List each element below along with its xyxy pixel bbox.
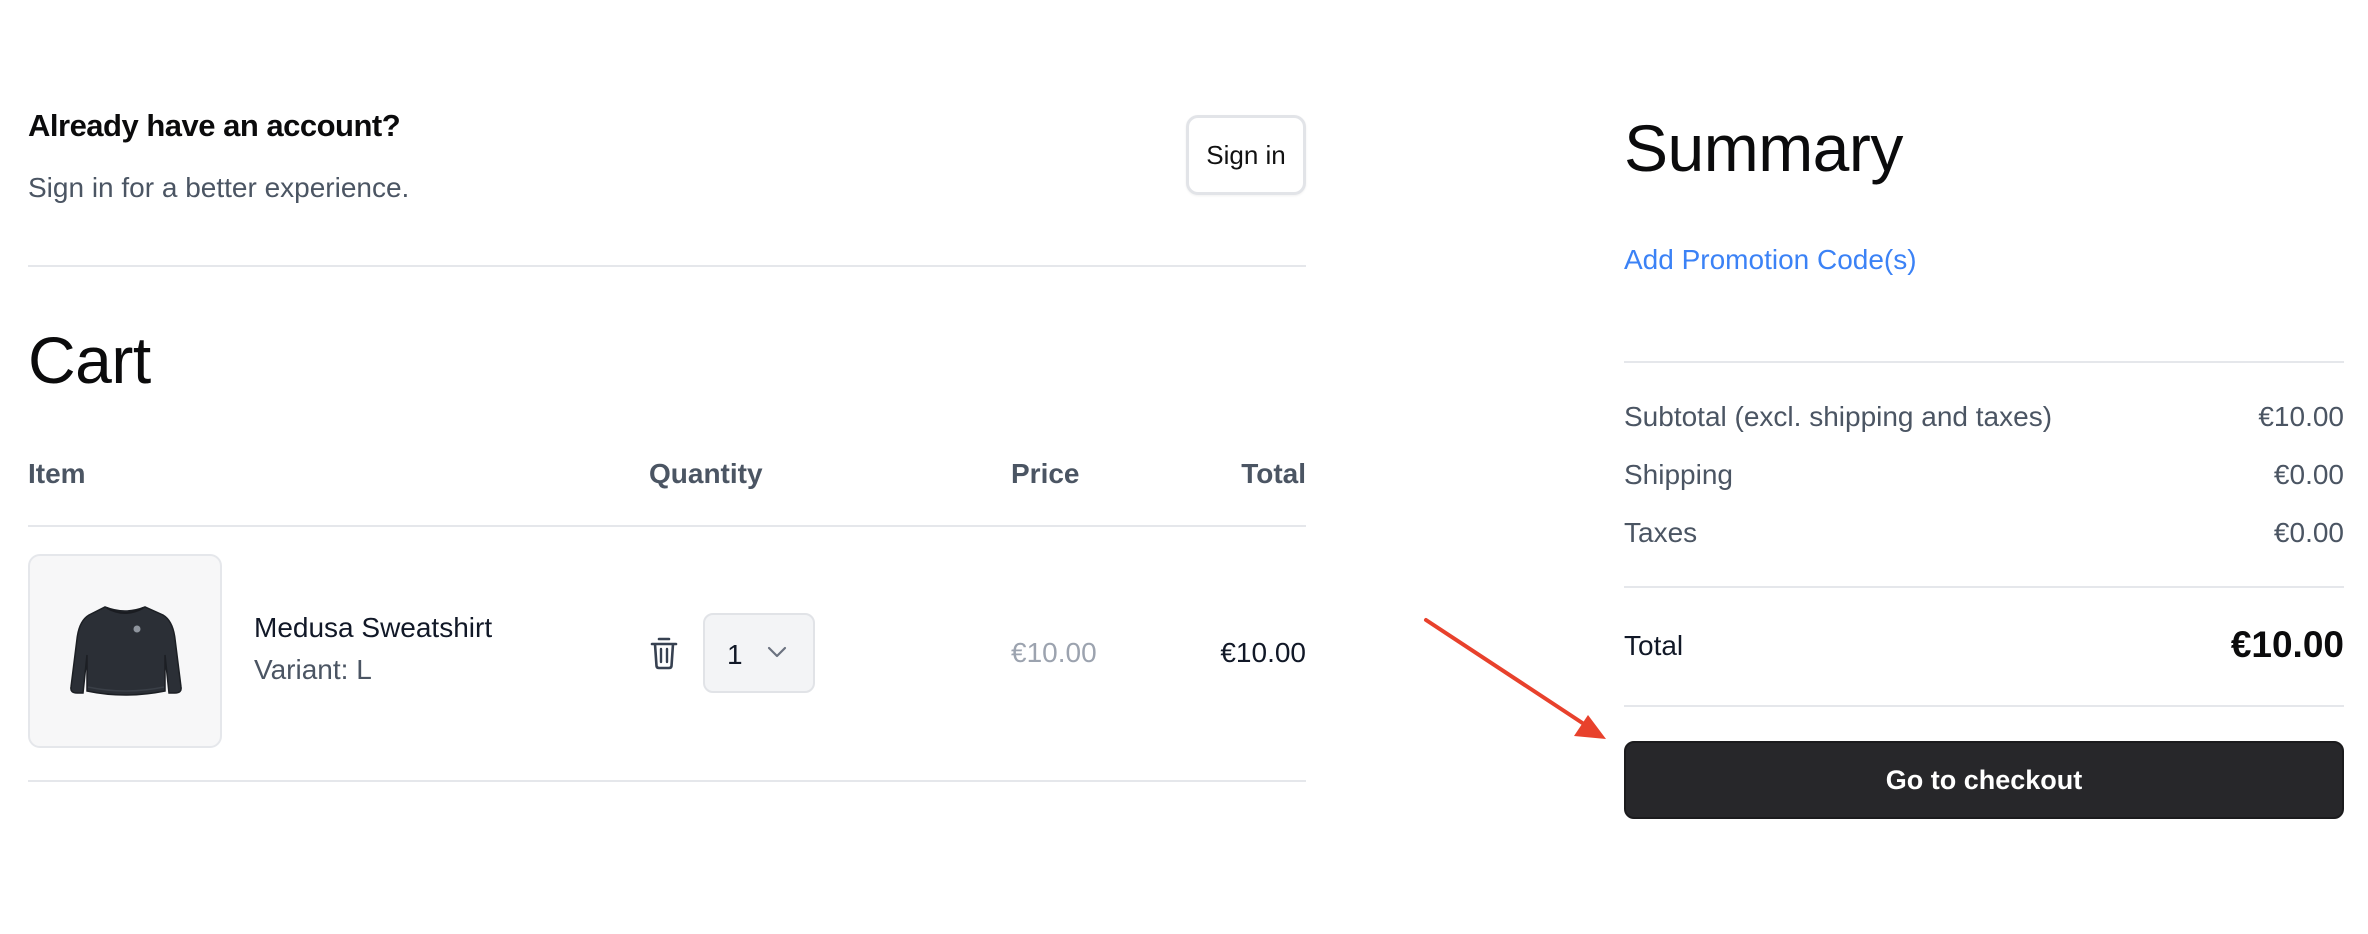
sign-in-button[interactable]: Sign in bbox=[1186, 115, 1306, 195]
cart-title: Cart bbox=[28, 323, 151, 397]
quantity-select[interactable]: 1 bbox=[703, 613, 815, 693]
red-arrow-icon bbox=[1424, 618, 1606, 739]
divider bbox=[1624, 361, 2344, 363]
summary-title: Summary bbox=[1624, 111, 1903, 185]
quantity-value: 1 bbox=[727, 639, 743, 670]
divider bbox=[28, 265, 1306, 267]
product-name[interactable]: Medusa Sweatshirt bbox=[254, 612, 492, 644]
sign-in-heading: Already have an account? bbox=[28, 108, 401, 143]
unit-price: €10.00 bbox=[1011, 637, 1097, 668]
column-header-price: Price bbox=[1011, 458, 1080, 489]
sign-in-prompt: Already have an account? Sign in for a b… bbox=[28, 108, 1306, 268]
shipping-label: Shipping bbox=[1624, 459, 1733, 490]
column-header-total: Total bbox=[1241, 458, 1306, 489]
subtotal-value: €10.00 bbox=[2258, 401, 2344, 432]
product-variant: Variant: L bbox=[254, 654, 372, 685]
taxes-value: €0.00 bbox=[2273, 517, 2344, 548]
divider bbox=[1624, 705, 2344, 707]
divider bbox=[1624, 586, 2344, 588]
cart-item-row: Medusa Sweatshirt Variant: L 1 €10.00 €1… bbox=[28, 528, 1306, 780]
total-value: €10.00 bbox=[2230, 624, 2344, 665]
go-to-checkout-button[interactable]: Go to checkout bbox=[1624, 741, 2344, 819]
taxes-label: Taxes bbox=[1624, 517, 1698, 548]
sign-in-subtitle: Sign in for a better experience. bbox=[28, 172, 410, 203]
divider bbox=[28, 780, 1306, 782]
product-thumbnail[interactable] bbox=[28, 554, 222, 748]
divider bbox=[28, 525, 1306, 527]
total-label: Total bbox=[1624, 630, 1684, 661]
sweatshirt-icon bbox=[70, 606, 182, 696]
chevron-down-icon bbox=[767, 646, 787, 658]
subtotal-label: Subtotal (excl. shipping and taxes) bbox=[1624, 401, 2053, 432]
trash-icon bbox=[650, 637, 678, 670]
line-total: €10.00 bbox=[1220, 637, 1306, 668]
add-promotion-code-link[interactable]: Add Promotion Code(s) bbox=[1624, 244, 1917, 276]
column-header-quantity: Quantity bbox=[649, 458, 763, 489]
remove-item-button[interactable] bbox=[648, 635, 680, 671]
column-header-item: Item bbox=[28, 458, 86, 489]
shipping-value: €0.00 bbox=[2273, 459, 2344, 490]
